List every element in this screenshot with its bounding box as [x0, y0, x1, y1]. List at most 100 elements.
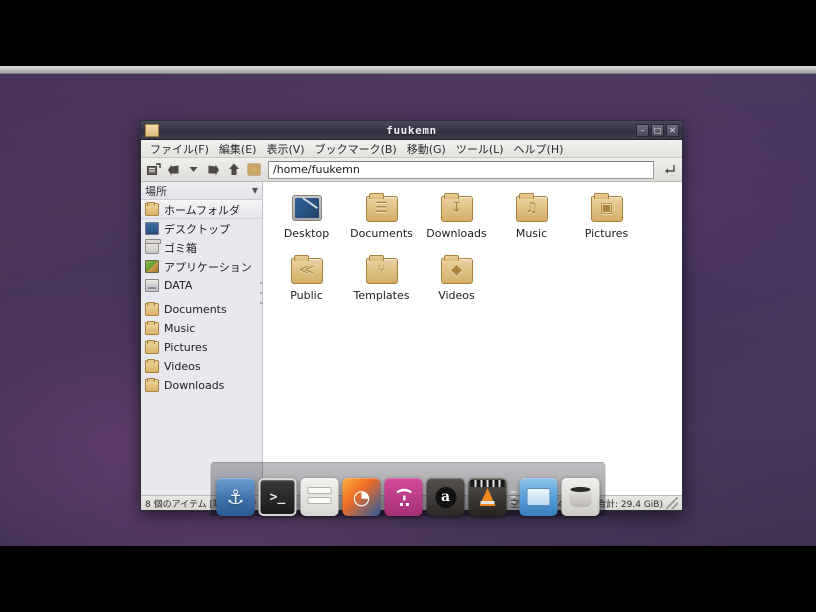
- window-controls: – □ ✕: [636, 123, 679, 137]
- window-folder-icon: [145, 123, 159, 137]
- file-item-label: Pictures: [584, 227, 629, 240]
- desktop-icon: [145, 222, 159, 235]
- dock-item-amazon[interactable]: a: [426, 478, 465, 516]
- file-item-desktop[interactable]: Desktop: [269, 190, 344, 252]
- file-item-pictures[interactable]: ▣ Pictures: [569, 190, 644, 252]
- sidebar-item-pictures[interactable]: Pictures: [141, 338, 262, 357]
- folder-emblem: ≪: [299, 262, 314, 278]
- up-arrow-glyph: [228, 163, 239, 175]
- menu-file[interactable]: ファイル(F): [145, 140, 214, 158]
- home-folder-glyph: [247, 163, 260, 176]
- apps-icon: [145, 260, 159, 273]
- menu-bookmarks[interactable]: ブックマーク(B): [310, 140, 402, 158]
- resize-grip[interactable]: [666, 497, 678, 509]
- up-icon[interactable]: [225, 161, 242, 179]
- sidebar-item-downloads[interactable]: Downloads: [141, 376, 262, 395]
- places-header[interactable]: 場所 ▼: [141, 182, 262, 200]
- film-strip-icon: [470, 480, 505, 487]
- menu-help[interactable]: ヘルプ(H): [509, 140, 569, 158]
- folder-public-icon: ≪: [290, 254, 324, 285]
- file-item-label: Templates: [353, 289, 410, 302]
- folder-icon: [145, 340, 159, 354]
- amazon-icon: a: [435, 486, 456, 508]
- file-item-label: Downloads: [426, 227, 487, 240]
- folder-downloads-icon: ↧: [440, 192, 474, 223]
- file-grid[interactable]: Desktop ☰ Documents ↧ Downloads ♫ Music ▣ Pictur…: [263, 182, 682, 495]
- forward-icon[interactable]: [205, 161, 222, 179]
- file-item-templates[interactable]: ⑂ Templates: [344, 252, 419, 314]
- file-item-label: Documents: [350, 227, 413, 240]
- file-item-videos[interactable]: ◆ Videos: [419, 252, 494, 314]
- folder-icon: [145, 302, 159, 316]
- window-title: fuukemn: [386, 123, 437, 137]
- menu-edit[interactable]: 編集(E): [214, 140, 262, 158]
- maximize-button[interactable]: □: [651, 123, 664, 137]
- sidebar-item-label: アプリケーション: [164, 260, 252, 274]
- sidebar-item-data[interactable]: DATA: [141, 276, 262, 295]
- file-item-public[interactable]: ≪ Public: [269, 252, 344, 314]
- vlc-cone-icon: [479, 488, 496, 506]
- sidebar-item-desktop[interactable]: デスクトップ: [141, 219, 262, 238]
- terminal-prompt-icon: >_: [269, 489, 286, 505]
- menu-tools[interactable]: ツール(L): [451, 140, 509, 158]
- firefox-icon: ◔: [352, 485, 371, 509]
- sidebar-item-home[interactable]: ホームフォルダ: [141, 200, 262, 219]
- file-item-label: Music: [515, 227, 548, 240]
- desktop-monitor-icon: [290, 192, 324, 223]
- sidebar-item-label: Pictures: [164, 341, 208, 354]
- menu-bar: ファイル(F) 編集(E) 表示(V) ブックマーク(B) 移動(G) ツール(…: [141, 140, 682, 158]
- new-tab-icon[interactable]: [145, 161, 162, 179]
- dock-item-trash[interactable]: [561, 478, 600, 516]
- dock: ⚓ >_ ◔ :-) a: [210, 462, 606, 516]
- top-panel[interactable]: [0, 66, 816, 74]
- monitor-shape: [291, 195, 322, 221]
- dock-item-terminal[interactable]: >_: [258, 478, 297, 516]
- back-icon[interactable]: [165, 161, 182, 179]
- home-icon[interactable]: [245, 161, 262, 179]
- path-input[interactable]: /home/fuukemn: [268, 160, 654, 179]
- sidebar-item-label: Downloads: [164, 379, 225, 392]
- folder-icon: [145, 202, 159, 216]
- history-dropdown-icon[interactable]: [185, 161, 202, 179]
- dock-item-display[interactable]: [519, 478, 558, 516]
- file-item-music[interactable]: ♫ Music: [494, 190, 569, 252]
- chevron-down-icon: ▼: [251, 186, 258, 195]
- folder-videos-icon: ◆: [440, 254, 474, 285]
- menu-view[interactable]: 表示(V): [261, 140, 309, 158]
- dock-item-messaging[interactable]: :-): [384, 478, 423, 516]
- file-item-documents[interactable]: ☰ Documents: [344, 190, 419, 252]
- minimize-button[interactable]: –: [636, 123, 649, 137]
- dock-item-vlc[interactable]: [468, 478, 507, 516]
- folder-music-icon: ♫: [515, 192, 549, 223]
- back-arrow-glyph: [168, 164, 179, 175]
- dock-item-firefox[interactable]: ◔: [342, 478, 381, 516]
- menu-go[interactable]: 移動(G): [402, 140, 451, 158]
- file-item-downloads[interactable]: ↧ Downloads: [419, 190, 494, 252]
- sidebar-item-applications[interactable]: アプリケーション: [141, 257, 262, 276]
- sidebar-item-label: ホームフォルダ: [164, 203, 241, 217]
- toolbar: /home/fuukemn: [141, 158, 682, 182]
- folder-icon: [145, 321, 159, 335]
- messaging-icon: :-): [393, 486, 413, 508]
- file-cabinet-icon: [307, 487, 332, 507]
- sidebar-item-label: Music: [164, 322, 196, 335]
- anchor-icon: ⚓: [226, 485, 245, 509]
- sidebar-item-music[interactable]: Music: [141, 319, 262, 338]
- sidebar-splitter-handle[interactable]: [260, 282, 263, 304]
- window-titlebar[interactable]: fuukemn – □ ✕: [141, 121, 682, 140]
- go-button[interactable]: [660, 161, 678, 179]
- sidebar-item-videos[interactable]: Videos: [141, 357, 262, 376]
- folder-emblem: ▣: [599, 200, 614, 216]
- folder-icon: [145, 378, 159, 392]
- dock-item-files[interactable]: [300, 478, 339, 516]
- sidebar-item-documents[interactable]: Documents: [141, 300, 262, 319]
- sidebar-item-label: デスクトップ: [164, 222, 230, 236]
- folder-emblem: ☰: [375, 200, 388, 216]
- close-button[interactable]: ✕: [666, 123, 679, 137]
- dock-item-docky[interactable]: ⚓: [216, 478, 255, 516]
- desktop-screen: fuukemn – □ ✕ ファイル(F) 編集(E) 表示(V) ブックマーク…: [0, 66, 816, 546]
- sidebar-item-label: Documents: [164, 303, 227, 316]
- sidebar-item-trash[interactable]: ゴミ箱: [141, 238, 262, 257]
- folder-icon: [145, 359, 159, 373]
- folder-emblem: ↧: [450, 200, 463, 216]
